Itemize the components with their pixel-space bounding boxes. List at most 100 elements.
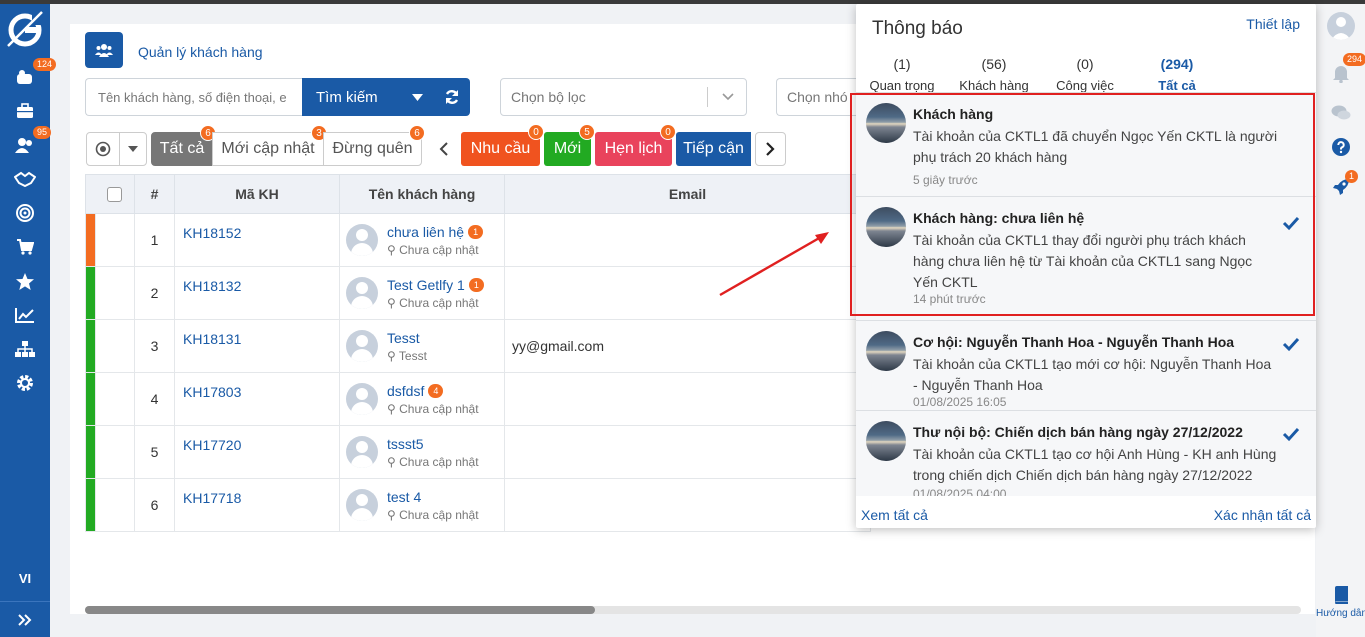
- view-all-link[interactable]: Xem tất cả: [861, 507, 928, 523]
- col-header-number[interactable]: #: [134, 174, 175, 214]
- check-icon[interactable]: [1282, 335, 1300, 353]
- sidebar-item-work[interactable]: [13, 100, 37, 122]
- customer-code-link[interactable]: KH17720: [183, 437, 241, 453]
- updates-button[interactable]: 1: [1330, 170, 1359, 198]
- row-select-cell[interactable]: [95, 319, 135, 373]
- stage-demand-count: 0: [528, 124, 544, 140]
- row-select-cell[interactable]: [95, 478, 135, 532]
- customer-name-link[interactable]: chưa liên hệ: [387, 224, 464, 240]
- sidebar-item-deals[interactable]: [13, 168, 37, 190]
- row-select-cell[interactable]: [95, 213, 135, 267]
- notification-item-title: Khách hàng: [913, 106, 994, 122]
- users-icon: [95, 44, 113, 57]
- view-mode-button[interactable]: [86, 132, 120, 166]
- notif-tab-all-label: Tất cả: [1158, 78, 1196, 93]
- customer-code-link[interactable]: KH18131: [183, 331, 241, 347]
- tab-dont-forget[interactable]: Đừng quên 6: [323, 125, 425, 166]
- search-dropdown-button[interactable]: [398, 78, 436, 116]
- help-button[interactable]: [1330, 136, 1352, 158]
- table-row[interactable]: 4 KH17803 dsfdsf 4 ⚲ Chưa cập nhật: [85, 372, 871, 426]
- guide-book-button[interactable]: [1330, 584, 1352, 606]
- table-row[interactable]: 5 KH17720 tssst5 ⚲ Chưa cập nhật: [85, 425, 871, 479]
- page-title: Quản lý khách hàng: [138, 44, 263, 60]
- sidebar-item-messages[interactable]: 124: [13, 58, 57, 88]
- tab-all[interactable]: Tất cả 6: [151, 125, 216, 166]
- stages-next-button[interactable]: [755, 132, 786, 166]
- target-icon: [16, 204, 34, 222]
- col-header-code[interactable]: Mã KH: [174, 174, 340, 214]
- row-select-cell[interactable]: [95, 372, 135, 426]
- row-status-flag: [85, 213, 96, 267]
- notif-tab-important[interactable]: (1) Quan trọng: [857, 56, 947, 93]
- notification-item[interactable]: Cơ hội: Nguyễn Thanh Hoa - Nguyễn Thanh …: [856, 321, 1316, 411]
- table-row[interactable]: 3 KH18131 Tesst ⚲ Tesst yy@gmail.com: [85, 319, 871, 373]
- group-select[interactable]: Chọn nhó: [776, 78, 866, 116]
- customer-name-link[interactable]: Test Getlfy 1: [387, 277, 465, 293]
- table-row[interactable]: 1 KH18152 chưa liên hệ 1 ⚲ Chưa cập nhật: [85, 213, 871, 267]
- sidebar-item-favorites[interactable]: [13, 270, 37, 292]
- stage-appointment[interactable]: Hẹn lịch 0: [595, 124, 676, 166]
- customer-code-link[interactable]: KH17803: [183, 384, 241, 400]
- sidebar-item-settings[interactable]: [13, 372, 37, 394]
- tab-recently-updated[interactable]: Mới cập nhật 3: [212, 125, 327, 166]
- notification-bell[interactable]: 294: [1330, 53, 1365, 84]
- expand-sidebar-button[interactable]: [0, 601, 50, 637]
- col-header-name[interactable]: Tên khách hàng: [339, 174, 505, 214]
- guide-label[interactable]: Hướng dẫn: [1316, 608, 1365, 619]
- notif-tab-tasks[interactable]: (0) Công việc: [1040, 56, 1130, 93]
- sidebar-item-reports[interactable]: [13, 304, 37, 326]
- cart-icon: [17, 239, 34, 255]
- getfly-logo[interactable]: [4, 8, 46, 50]
- user-avatar[interactable]: [1327, 12, 1355, 40]
- notif-tab-customers[interactable]: (56) Khách hàng: [949, 56, 1039, 93]
- sidebar-item-customers[interactable]: 95: [13, 126, 52, 156]
- notification-item-time: 01/08/2025 04:00: [913, 487, 1007, 496]
- notification-avatar: [866, 421, 906, 461]
- notification-settings-link[interactable]: Thiết lập: [1246, 16, 1300, 32]
- chat-button[interactable]: [1330, 102, 1352, 124]
- notification-item[interactable]: Khách hàng Tài khoản của CKTL1 đã chuyển…: [856, 93, 1316, 197]
- tab-dont-forget-label: Đừng quên: [332, 140, 413, 157]
- notification-list[interactable]: Khách hàng Tài khoản của CKTL1 đã chuyển…: [856, 92, 1316, 496]
- customer-name-link[interactable]: dsfdsf: [387, 383, 424, 399]
- row-status-flag: [85, 425, 96, 479]
- table-row[interactable]: 2 KH18132 Test Getlfy 1 1 ⚲ Chưa cập nhật: [85, 266, 871, 320]
- notification-item[interactable]: Thư nội bộ: Chiến dịch bán hàng ngày 27/…: [856, 411, 1316, 496]
- stage-new[interactable]: Mới 5: [544, 124, 595, 166]
- customer-name-link[interactable]: tssst5: [387, 436, 424, 452]
- table-row[interactable]: 6 KH17718 test 4 ⚲ Chưa cập nhật: [85, 478, 871, 532]
- updates-badge: 1: [1345, 170, 1359, 183]
- stage-approach[interactable]: Tiếp cận: [676, 132, 751, 166]
- customer-code-link[interactable]: KH17718: [183, 490, 241, 506]
- customer-code-cell: KH18131: [174, 319, 340, 373]
- tab-recently-updated-label: Mới cập nhật: [221, 140, 315, 157]
- select-all-checkbox[interactable]: [106, 187, 122, 203]
- customer-name-link[interactable]: Tesst: [387, 330, 420, 346]
- customer-name-link[interactable]: test 4: [387, 489, 421, 505]
- sidebar-item-organization[interactable]: [13, 338, 37, 360]
- customer-location: Chưa cập nhật: [399, 295, 479, 310]
- col-header-email[interactable]: Email: [504, 174, 871, 214]
- horizontal-scrollbar[interactable]: [85, 606, 1301, 614]
- filter-select[interactable]: Chọn bộ lọc: [500, 78, 747, 116]
- row-select-cell[interactable]: [95, 266, 135, 320]
- language-switch[interactable]: VI: [0, 571, 50, 586]
- view-mode-dropdown[interactable]: [119, 132, 147, 166]
- check-icon[interactable]: [1282, 214, 1300, 232]
- sidebar-item-campaigns[interactable]: [13, 202, 37, 224]
- check-icon[interactable]: [1282, 425, 1300, 443]
- sidebar-item-orders[interactable]: [13, 236, 37, 258]
- row-select-cell[interactable]: [95, 425, 135, 479]
- stage-demand[interactable]: Nhu cầu 0: [461, 124, 544, 166]
- search-button[interactable]: Tìm kiếm: [302, 78, 398, 116]
- scrollbar-thumb[interactable]: [85, 606, 595, 614]
- refresh-button[interactable]: [434, 78, 470, 116]
- customer-code-link[interactable]: KH18152: [183, 225, 241, 241]
- search-input[interactable]: [85, 78, 303, 116]
- confirm-all-link[interactable]: Xác nhận tất cả: [1214, 507, 1311, 523]
- notif-tab-all[interactable]: (294) Tất cả: [1132, 56, 1222, 93]
- stages-prev-button[interactable]: [430, 132, 456, 166]
- notification-item[interactable]: Khách hàng: chưa liên hệ Tài khoản của C…: [856, 197, 1316, 321]
- customer-code-link[interactable]: KH18132: [183, 278, 241, 294]
- customer-location: Chưa cập nhật: [399, 401, 479, 416]
